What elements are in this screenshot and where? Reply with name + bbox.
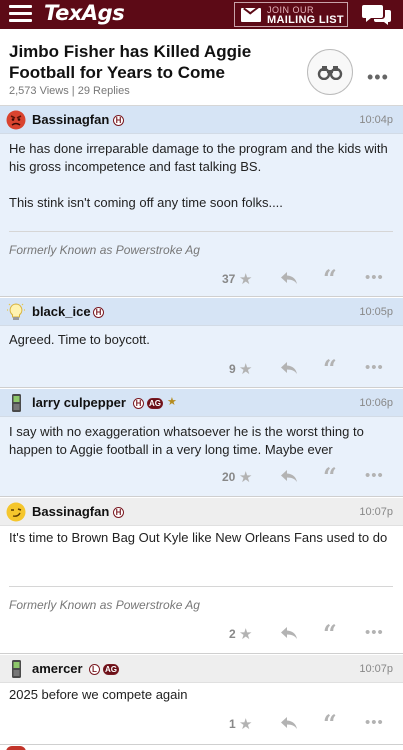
post: Bassinagfan H 10:04p He has done irrepar… (0, 106, 403, 297)
post-timestamp: 10:07p (359, 663, 393, 675)
smirk-face-icon[interactable] (6, 502, 26, 522)
post-timestamp: 10:07p (359, 506, 393, 518)
post-paragraph: I say with no exaggeration whatsoever he… (9, 424, 364, 457)
badge-star: ★ (167, 396, 177, 408)
post-body: I say with no exaggeration whatsoever he… (9, 423, 394, 459)
site-logo[interactable]: TexAgs (44, 1, 125, 25)
badge-l: L (89, 664, 100, 675)
post-body: He has done irreparable damage to the pr… (9, 140, 394, 212)
star-count: 20 (222, 470, 236, 484)
signature-divider (9, 231, 393, 232)
post-actions: 1 ★ “ ••• (0, 712, 403, 736)
quote-icon[interactable]: “ (323, 465, 337, 489)
star-count: 9 (229, 362, 236, 376)
badge-ag: AG (147, 398, 163, 409)
quote-icon[interactable]: “ (323, 712, 337, 736)
post-paragraph: 2025 before we compete again (9, 687, 188, 702)
badge-h: H (113, 115, 124, 126)
star-icon[interactable]: ★ (239, 468, 252, 486)
phone-icon[interactable] (6, 659, 26, 679)
more-options-icon[interactable]: ••• (365, 714, 384, 731)
username[interactable]: larry culpepper (32, 395, 126, 410)
more-options-icon[interactable]: ••• (365, 624, 384, 641)
post-signature: Formerly Known as Powerstroke Ag (9, 243, 200, 257)
more-options-icon[interactable]: ••• (367, 67, 389, 88)
post-actions: 37 ★ “ ••• (0, 267, 403, 291)
post-header: black_ice H 10:05p (0, 298, 403, 326)
badge-ag: AG (103, 664, 119, 675)
post-paragraph: This stink isn't coming off any time soo… (9, 195, 283, 210)
post-timestamp: 10:05p (359, 306, 393, 318)
watch-thread-button[interactable] (307, 49, 353, 95)
thread-header: Jimbo Fisher has Killed Aggie Football f… (0, 29, 403, 106)
hamburger-menu-icon[interactable] (9, 5, 32, 24)
post-header: amercer L AG 10:07p (0, 655, 403, 683)
post-header: Bassinagfan H 10:07p (0, 498, 403, 526)
post-body: It's time to Brown Bag Out Kyle like New… (9, 529, 394, 547)
quote-icon[interactable]: “ (323, 357, 337, 381)
star-icon[interactable]: ★ (239, 360, 252, 378)
badge-h: H (93, 307, 104, 318)
star-icon[interactable]: ★ (239, 270, 252, 288)
post-body: Agreed. Time to boycott. (9, 331, 394, 349)
mailing-line1: JOIN OUR (267, 4, 315, 15)
binoculars-icon (317, 66, 343, 80)
post: Bassinagfan H 10:07p It's time to Brown … (0, 498, 403, 654)
post: larry culpepper H AG ★ 10:06p I say with… (0, 389, 403, 497)
post-actions: 20 ★ “ ••• (0, 465, 403, 489)
post-paragraph: Agreed. Time to boycott. (9, 332, 150, 347)
star-count: 2 (229, 627, 236, 641)
quote-icon[interactable]: “ (323, 622, 337, 646)
username[interactable]: Bassinagfan (32, 112, 109, 127)
post-paragraph: He has done irreparable damage to the pr… (9, 141, 388, 174)
more-options-icon[interactable]: ••• (365, 359, 384, 376)
reply-arrow-icon[interactable] (280, 469, 298, 483)
star-icon[interactable]: ★ (239, 625, 252, 643)
post-paragraph: It's time to Brown Bag Out Kyle like New… (9, 530, 388, 545)
post-header: larry culpepper H AG ★ 10:06p (0, 389, 403, 417)
more-options-icon[interactable]: ••• (365, 467, 384, 484)
mailing-list-button[interactable]: JOIN OUR MAILING LIST (234, 2, 348, 27)
username[interactable]: black_ice (32, 304, 91, 319)
post: amercer L AG 10:07p 2025 before we compe… (0, 655, 403, 745)
meta-separator: | (71, 85, 75, 97)
star-icon[interactable]: ★ (239, 715, 252, 733)
post-actions: 2 ★ “ ••• (0, 622, 403, 646)
chat-bubbles-icon[interactable] (362, 3, 392, 26)
next-post-avatar-icon (6, 746, 26, 750)
post-timestamp: 10:06p (359, 397, 393, 409)
thread-meta: 2,573 Views | 29 Replies (9, 85, 130, 97)
envelope-icon (241, 7, 261, 22)
angry-face-icon[interactable] (6, 110, 26, 130)
badge-h: H (113, 507, 124, 518)
signature-divider (9, 586, 393, 587)
username[interactable]: amercer (32, 661, 83, 676)
star-count: 37 (222, 272, 236, 286)
star-count: 1 (229, 717, 236, 731)
quote-icon[interactable]: “ (323, 267, 337, 291)
top-bar: TexAgs JOIN OUR MAILING LIST (0, 0, 403, 29)
badge-h: H (133, 398, 144, 409)
thread-title: Jimbo Fisher has Killed Aggie Football f… (9, 42, 252, 82)
reply-arrow-icon[interactable] (280, 361, 298, 375)
mailing-line2: MAILING LIST (267, 13, 344, 26)
post-header: Bassinagfan H 10:04p (0, 106, 403, 134)
thread-replies: 29 Replies (77, 85, 130, 97)
username[interactable]: Bassinagfan (32, 504, 109, 519)
post-timestamp: 10:04p (359, 114, 393, 126)
thread-views: 2,573 Views (9, 85, 69, 97)
more-options-icon[interactable]: ••• (365, 269, 384, 286)
post-signature: Formerly Known as Powerstroke Ag (9, 598, 200, 612)
reply-arrow-icon[interactable] (280, 626, 298, 640)
lightbulb-icon[interactable] (6, 302, 26, 322)
post-actions: 9 ★ “ ••• (0, 357, 403, 381)
post: black_ice H 10:05p Agreed. Time to boyco… (0, 298, 403, 388)
reply-arrow-icon[interactable] (280, 271, 298, 285)
reply-arrow-icon[interactable] (280, 716, 298, 730)
phone-icon[interactable] (6, 393, 26, 413)
post-body: 2025 before we compete again (9, 686, 394, 704)
